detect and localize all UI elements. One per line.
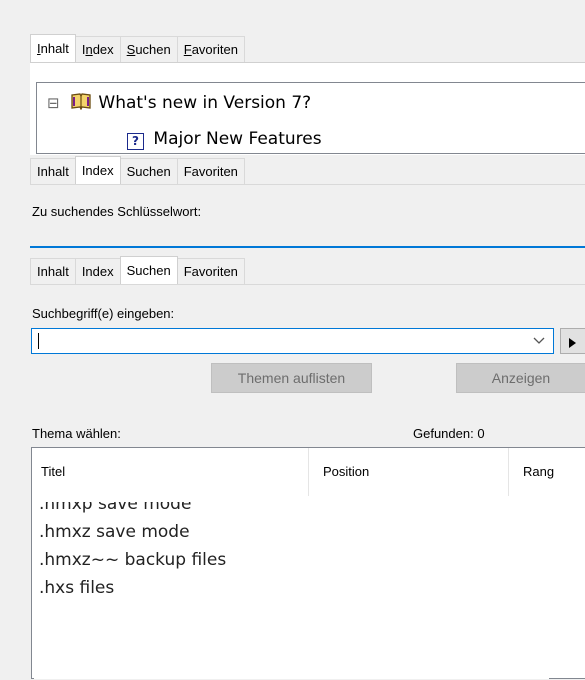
search-input[interactable] (38, 333, 519, 349)
choose-topic-label: Thema wählen: (32, 426, 121, 441)
contents-tree[interactable]: ⊟ What's new in Version 7? ? Major New F… (36, 82, 585, 154)
panel1-tab-index[interactable]: Index (74, 36, 121, 62)
panel3-tab-inhalt[interactable]: Inhalt (30, 258, 76, 284)
list-item[interactable]: .hmxp save mode (39, 502, 191, 514)
panel2-tab-index[interactable]: Index (74, 156, 121, 184)
found-count-label: Gefunden: 0 (413, 426, 485, 441)
panel3-tab-index[interactable]: Index (74, 258, 121, 284)
panel1-tab-suchen[interactable]: Suchen (119, 36, 178, 62)
panel1-tabbar: Inhalt Index Suchen Favoriten (30, 34, 245, 62)
list-item[interactable]: .hmxz save mode (39, 522, 190, 542)
column-header-titel[interactable]: Titel (32, 448, 309, 496)
panel1-tab-favoriten[interactable]: Favoriten (176, 36, 245, 62)
column-header-position[interactable]: Position (309, 448, 509, 496)
book-open-icon (71, 92, 91, 115)
panel2-tab-inhalt[interactable]: Inhalt (30, 158, 76, 184)
index-results-list[interactable]: .hmxp save mode .hmxz save mode .hmxz~~ … (34, 502, 549, 679)
panel2-tabbar: Inhalt Index Suchen Favoriten (30, 156, 245, 184)
panel3-tabbar: Inhalt Index Suchen Favoriten (30, 256, 245, 284)
tree-child-label: Major New Features (153, 129, 322, 149)
keyword-input[interactable] (30, 228, 585, 248)
search-combobox[interactable] (31, 328, 554, 354)
tree-root-label: What's new in Version 7? (98, 93, 312, 113)
help-topic-icon: ? (127, 133, 144, 150)
chevron-down-icon[interactable] (533, 334, 545, 349)
collapse-icon[interactable]: ⊟ (47, 94, 60, 112)
panel2-tab-favoriten[interactable]: Favoriten (176, 158, 245, 184)
keyword-label: Zu suchendes Schlüsselwort: (32, 204, 202, 219)
list-item[interactable]: .hxs files (39, 578, 114, 598)
search-arrow-button[interactable] (560, 328, 585, 354)
list-topics-button[interactable]: Themen auflisten (211, 363, 372, 393)
panel2-tab-suchen[interactable]: Suchen (119, 158, 178, 184)
column-header-rang[interactable]: Rang (509, 448, 585, 496)
tree-child-item[interactable]: ? Major New Features (127, 129, 322, 150)
results-table-header: Titel Position Rang (32, 448, 585, 496)
search-label: Suchbegriff(e) eingeben: (32, 306, 175, 321)
tree-root-item[interactable]: ⊟ What's new in Version 7? (47, 92, 311, 115)
play-arrow-icon (569, 336, 577, 351)
list-item[interactable]: .hmxz~~ backup files (39, 550, 226, 570)
panel3-tab-suchen[interactable]: Suchen (119, 256, 178, 284)
display-button[interactable]: Anzeigen (456, 363, 585, 393)
panel3-tab-favoriten[interactable]: Favoriten (176, 258, 245, 284)
panel1-tab-inhalt[interactable]: Inhalt (30, 34, 76, 62)
